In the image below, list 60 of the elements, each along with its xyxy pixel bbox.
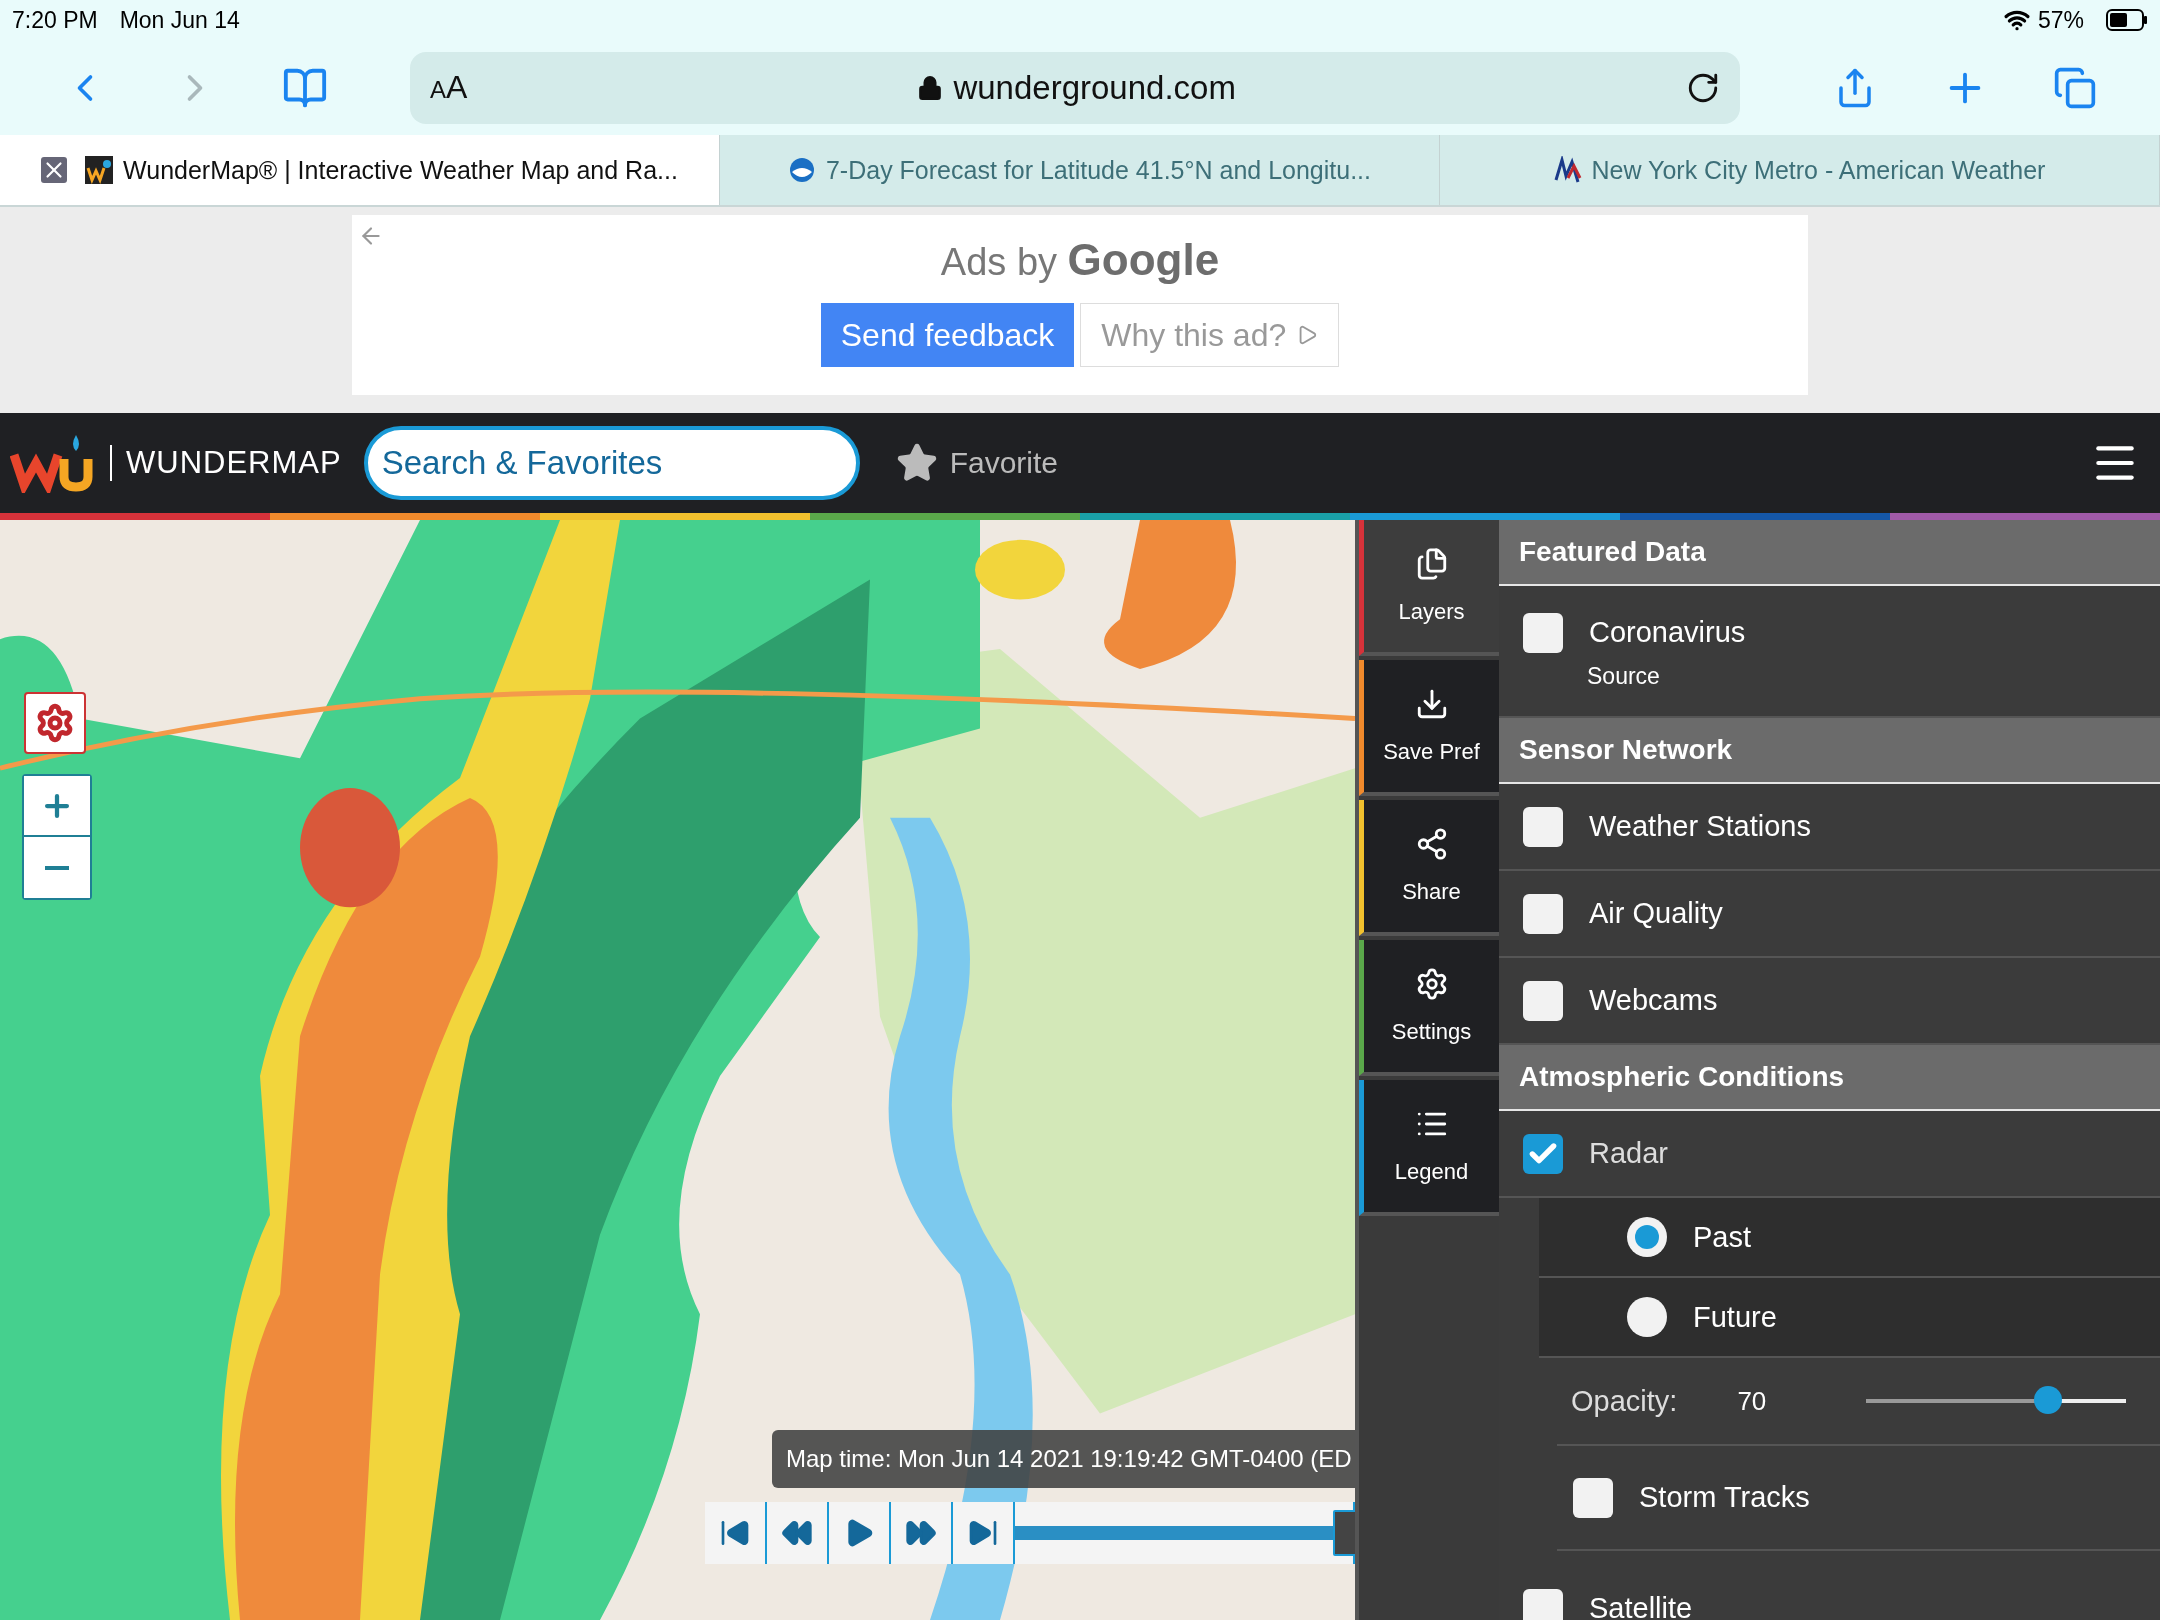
radio-label: Past [1693,1220,1752,1254]
close-icon[interactable] [41,157,68,183]
section-header: Featured Data [1499,520,2160,586]
address-bar[interactable]: AA wunderground.com [410,51,1740,124]
layer-label: Coronavirus [1589,616,1746,649]
lock-icon [917,74,944,101]
opacity-label: Opacity: [1571,1384,1678,1418]
search-field[interactable]: Search & Favorites [363,426,860,500]
logo-icon [85,156,114,184]
layer-label: Radar [1589,1137,1668,1170]
status-date: Mon Jun 14 [119,6,240,34]
ad-title: Ads by Google [940,235,1220,285]
logo-icon [787,156,816,184]
sidebar-item[interactable]: Settings [1359,940,1499,1076]
sidebar-item[interactable]: Legend [1359,1080,1499,1216]
checkbox[interactable] [1523,893,1563,934]
checkbox[interactable] [1523,980,1563,1021]
checkbox[interactable] [1573,1477,1613,1518]
sidebar-item[interactable]: Save Pref [1359,660,1499,796]
logo-icon [10,433,96,493]
layer-label: Weather Stations [1589,810,1811,843]
browser-tab[interactable]: New York City Metro - American Weather [1440,135,2160,205]
settings-button[interactable] [24,692,86,754]
layer-label: Air Quality [1589,897,1723,930]
layer-label: Satellite [1589,1592,1693,1620]
favorite-button[interactable]: Favorite [889,441,1065,485]
checkbox[interactable] [1523,612,1563,653]
star-icon [895,442,938,484]
url-text: wunderground.com [953,68,1236,107]
layer-label: Webcams [1589,984,1718,1017]
gear-icon [35,703,75,743]
battery-icon [2106,9,2148,31]
feedback-button[interactable]: Send feedback [820,303,1075,367]
radio-label: Future [1693,1300,1777,1334]
opacity-value: 70 [1737,1385,1767,1417]
minus-icon [45,865,69,870]
source-label: Source [1587,662,1661,690]
layer-label: Storm Tracks [1639,1481,1810,1514]
checkbox[interactable] [1523,1588,1563,1620]
browser-tab[interactable]: WunderMap® | Interactive Weather Map and Ra... [0,135,720,205]
zoom-in-button[interactable] [24,776,90,837]
section-header: Sensor Network [1499,718,2160,784]
timeline-slider[interactable] [1015,1502,1355,1564]
battery-percent: 57% [2037,6,2084,34]
status-time: 7:20 PM [12,6,98,34]
section-header: Atmospheric Conditions [1499,1045,2160,1111]
text-size-button[interactable]: AA [430,69,468,106]
checkbox[interactable] [1523,806,1563,847]
sidebar-item[interactable]: Share [1359,800,1499,936]
map-time-label: Map time: Mon Jun 14 2021 19:19:42 GMT-0400 (ED [772,1430,1355,1488]
radio-button[interactable] [1627,1217,1667,1257]
brand-name: WUNDERMAP [110,445,342,481]
checkbox[interactable] [1523,1133,1563,1174]
sidebar-item[interactable]: Layers [1359,520,1499,656]
logo-icon [1553,156,1582,184]
slider-thumb[interactable] [2034,1386,2063,1414]
radio-button[interactable] [1627,1297,1667,1337]
timeline-thumb[interactable] [1332,1510,1355,1556]
browser-tab[interactable]: 7-Day Forecast for Latitude 41.5°N and Longitu... [720,135,1440,205]
tabs-icon[interactable] [2053,65,2097,110]
